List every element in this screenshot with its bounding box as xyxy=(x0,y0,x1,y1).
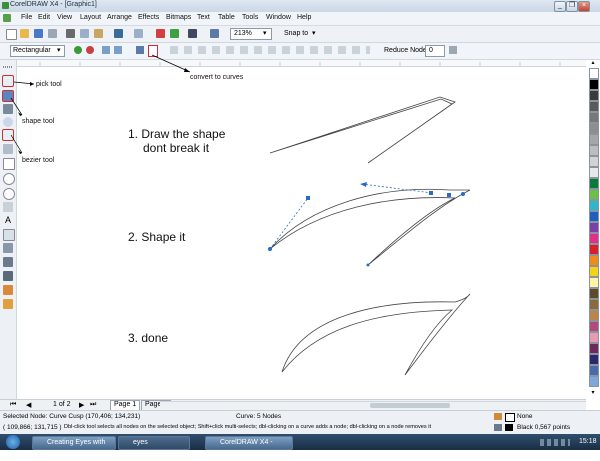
shape-tool-note: shape tool xyxy=(22,118,55,125)
step2-label: 2. Shape it xyxy=(128,230,186,244)
shape-step3 xyxy=(281,293,471,376)
status-hint: Dbl-click tool selects all nodes on the … xyxy=(64,424,432,430)
step1-line2: dont break it xyxy=(143,141,210,155)
status-bar: Selected Node: Curve Cusp (170,406; 134,… xyxy=(0,410,600,435)
pick-tool-note: pick tool xyxy=(36,81,62,88)
palette-swatch[interactable] xyxy=(589,222,599,233)
palette-swatch[interactable] xyxy=(589,266,599,277)
fill-bucket-icon xyxy=(494,413,502,420)
palette-swatch[interactable] xyxy=(589,211,599,222)
palette-swatch[interactable] xyxy=(589,310,599,321)
horizontal-scroll-thumb[interactable] xyxy=(370,403,450,408)
first-page-icon[interactable]: ⏮ xyxy=(10,401,16,409)
system-tray-icons[interactable] xyxy=(540,439,570,446)
palette-scroll-down-icon[interactable]: ▾ xyxy=(589,390,597,396)
palette-swatch[interactable] xyxy=(589,365,599,376)
step3-label: 3. done xyxy=(128,331,169,345)
taskbar-item-label: CorelDRAW X4 - [Gra... xyxy=(206,439,273,458)
page-indicator: 1 of 2 xyxy=(53,401,71,408)
shape-step2 xyxy=(269,188,471,266)
palette-swatch[interactable] xyxy=(589,244,599,255)
palette-swatch[interactable] xyxy=(589,145,599,156)
color-palette: ▴ ▾ xyxy=(586,60,600,400)
outline-color-swatch xyxy=(505,424,513,431)
prev-page-icon[interactable]: ◀ xyxy=(26,401,31,409)
status-outline: Black 0,567 points xyxy=(517,424,571,431)
palette-swatch[interactable] xyxy=(589,332,599,343)
palette-swatch[interactable] xyxy=(589,167,599,178)
drawing-overlay xyxy=(10,54,561,376)
palette-swatch[interactable] xyxy=(589,343,599,354)
palette-swatch[interactable] xyxy=(589,299,599,310)
palette-scroll-up-icon[interactable]: ▴ xyxy=(589,60,597,66)
palette-swatch[interactable] xyxy=(589,123,599,134)
palette-swatch[interactable] xyxy=(589,79,599,90)
palette-swatch[interactable] xyxy=(589,178,599,189)
convert-to-curves-note: convert to curves xyxy=(190,74,244,81)
palette-swatch[interactable] xyxy=(589,200,599,211)
palette-swatch[interactable] xyxy=(589,156,599,167)
taskbar-item-eyes[interactable]: eyes xyxy=(118,436,190,450)
palette-swatch[interactable] xyxy=(589,112,599,123)
palette-swatch[interactable] xyxy=(589,255,599,266)
palette-swatch[interactable] xyxy=(589,189,599,200)
palette-swatch[interactable] xyxy=(589,277,599,288)
palette-swatch[interactable] xyxy=(589,101,599,112)
start-button[interactable] xyxy=(6,435,20,449)
control-handles xyxy=(269,183,433,250)
palette-swatch[interactable] xyxy=(589,354,599,365)
taskbar-item-label: eyes xyxy=(133,439,148,446)
palette-swatch[interactable] xyxy=(589,68,599,79)
palette-swatch[interactable] xyxy=(589,376,599,387)
palette-swatch[interactable] xyxy=(589,90,599,101)
palette-swatch[interactable] xyxy=(589,321,599,332)
status-selected-node: Selected Node: Curve Cusp (170,406; 134,… xyxy=(3,413,141,420)
status-coordinates: ( 109,866; 131,715 ) xyxy=(3,424,62,431)
palette-swatch[interactable] xyxy=(589,134,599,145)
status-fill: None xyxy=(517,413,533,420)
no-fill-swatch xyxy=(505,413,515,422)
taskbar-item-label: Creating Eyes with C... xyxy=(33,439,106,458)
taskbar-clock: 15:18 xyxy=(579,438,597,445)
step1-line1: 1. Draw the shape xyxy=(128,127,226,141)
horizontal-scrollbar[interactable] xyxy=(160,401,586,410)
status-curve-nodes: Curve: 5 Nodes xyxy=(236,413,282,420)
palette-swatch[interactable] xyxy=(589,233,599,244)
outline-pen-icon xyxy=(494,424,502,431)
shape-step1 xyxy=(269,96,456,164)
palette-swatch[interactable] xyxy=(589,288,599,299)
taskbar-item-firefox[interactable]: Creating Eyes with C... xyxy=(32,436,116,458)
bezier-tool-note: bezier tool xyxy=(22,157,55,164)
taskbar-item-coreldraw[interactable]: CorelDRAW X4 - [Gra... xyxy=(205,436,293,458)
next-page-icon[interactable]: ▶ xyxy=(79,401,84,409)
last-page-icon[interactable]: ⏭ xyxy=(90,401,96,409)
